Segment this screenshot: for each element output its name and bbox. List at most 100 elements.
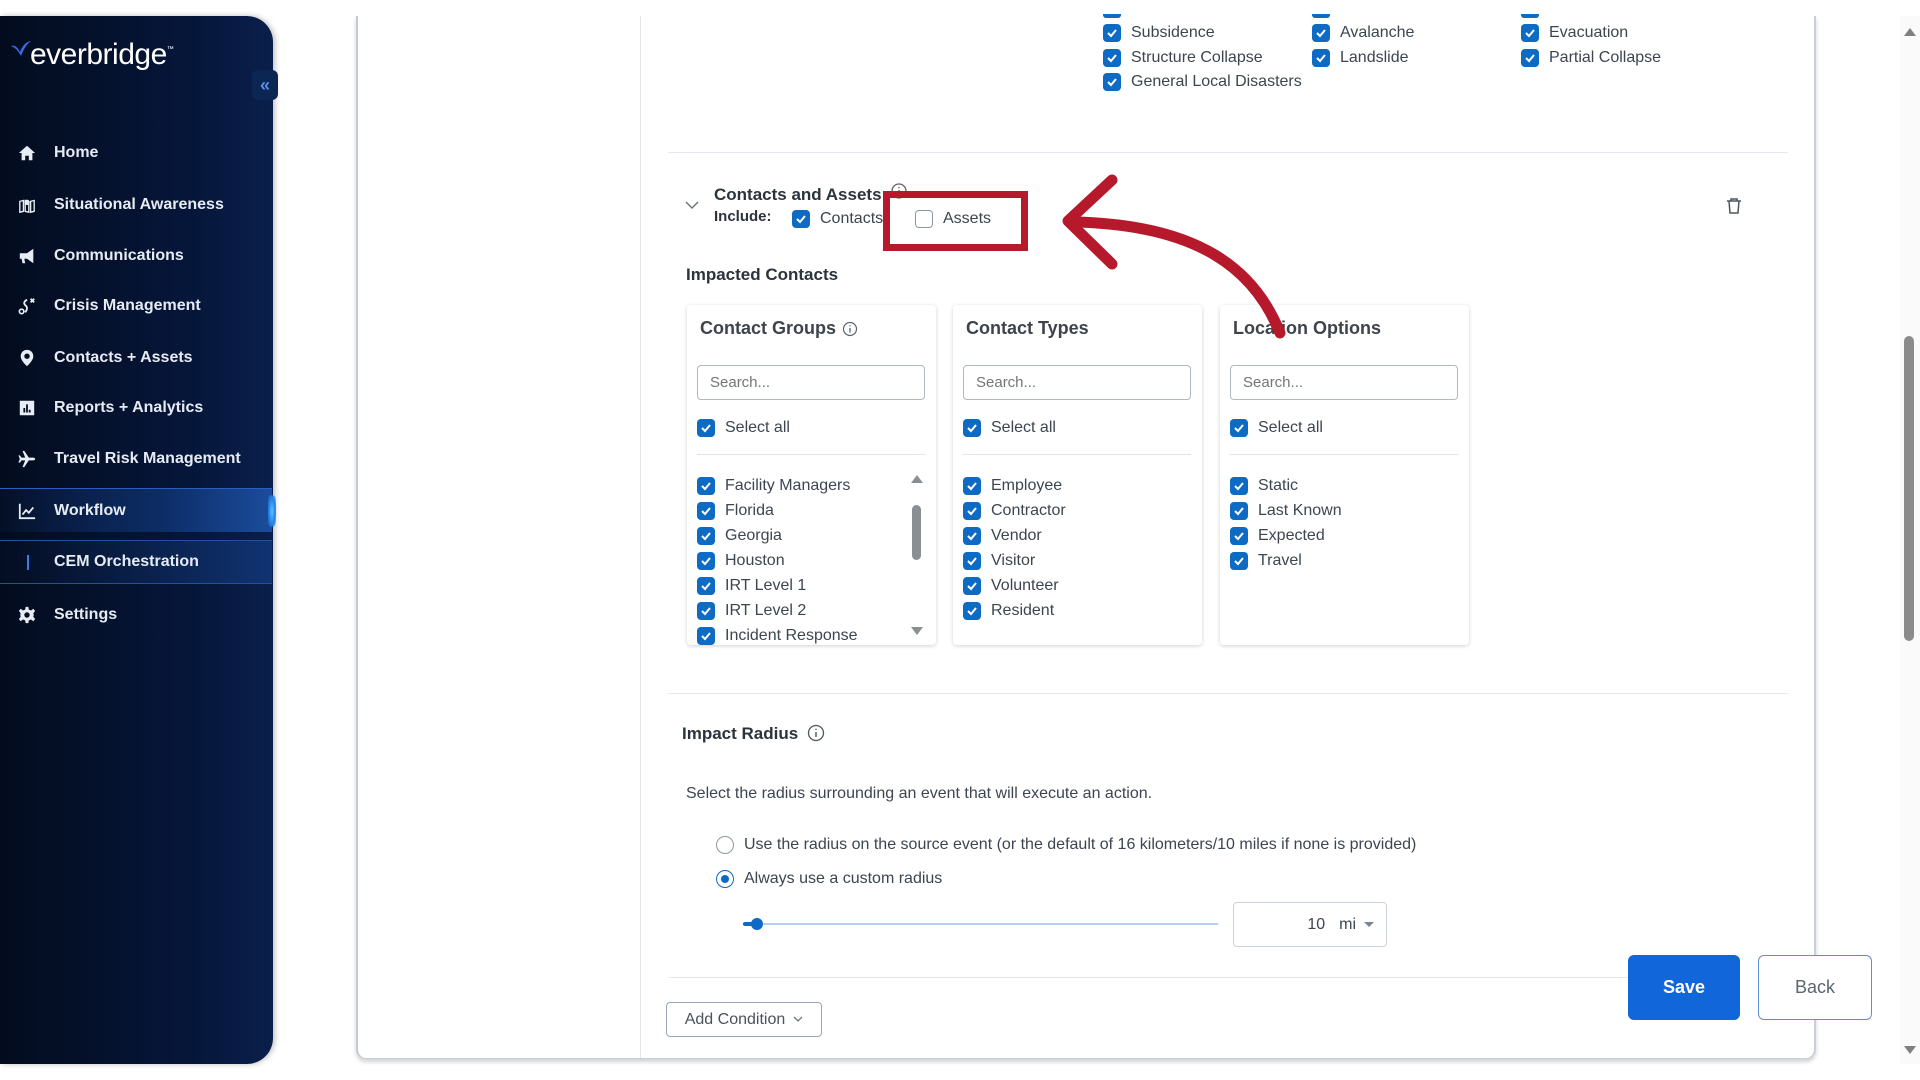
event-type-evacuation[interactable]: Evacuation (1521, 24, 1628, 42)
sidebar-item-communications[interactable]: Communications (0, 234, 272, 278)
location-options-search-input[interactable] (1230, 365, 1458, 400)
checkbox-checked[interactable] (963, 576, 981, 595)
sidebar-item-home[interactable]: Home (0, 131, 272, 175)
include-contacts-checkbox[interactable]: Contacts (792, 210, 883, 228)
page-scrollbar[interactable] (1900, 16, 1920, 1064)
checkbox-checked[interactable] (697, 419, 715, 437)
scroll-up-arrow-icon[interactable] (911, 475, 923, 483)
checkbox-checked[interactable] (1312, 49, 1330, 67)
radio-button[interactable] (716, 836, 734, 854)
info-icon[interactable] (842, 321, 858, 337)
event-type-general-local-disasters[interactable]: General Local Disasters (1103, 73, 1302, 91)
logo-text: everbridge (30, 38, 167, 71)
event-type-landslide[interactable]: Landslide (1312, 49, 1409, 67)
checkbox-checked[interactable] (1230, 526, 1248, 545)
list-item[interactable]: Incident Response (697, 623, 858, 648)
scrollbar-thumb[interactable] (1904, 336, 1914, 641)
checkbox-checked[interactable] (1230, 551, 1248, 570)
sidebar-item-travel-risk-management[interactable]: Travel Risk Management (0, 437, 272, 481)
list-item[interactable]: Volunteer (963, 573, 1066, 598)
checkbox-checked[interactable] (1521, 49, 1539, 67)
everbridge-logo[interactable]: everbridge ™ (10, 38, 174, 72)
sidebar-item-cem-orchestration[interactable]: CEM Orchestration (0, 540, 272, 584)
select-all-checkbox[interactable]: Select all (1230, 419, 1323, 437)
checkbox-checked[interactable] (1230, 501, 1248, 520)
sidebar-item-contacts-assets[interactable]: Contacts + Assets (0, 336, 272, 380)
checkbox-checked[interactable] (697, 601, 715, 620)
checkbox-checked[interactable] (1230, 476, 1248, 495)
checkbox-checked[interactable] (1230, 419, 1248, 437)
checkbox-checked[interactable] (697, 526, 715, 545)
event-type-avalanche[interactable]: Avalanche (1312, 24, 1414, 42)
scroll-down-arrow-icon[interactable] (911, 627, 923, 635)
sidebar-item-label: Contacts + Assets (54, 349, 193, 366)
checkbox-checked[interactable] (697, 551, 715, 570)
scroll-up-arrow-icon[interactable] (1904, 28, 1916, 36)
scroll-down-arrow-icon[interactable] (1904, 1046, 1916, 1054)
list-item[interactable]: Employee (963, 473, 1066, 498)
panel-divider (963, 454, 1191, 455)
chevron-down-icon[interactable] (685, 200, 699, 210)
checkbox-checked[interactable] (1103, 49, 1121, 67)
trash-icon[interactable] (1726, 197, 1742, 215)
list-item[interactable]: IRT Level 1 (697, 573, 858, 598)
list-item[interactable]: Florida (697, 498, 858, 523)
list-item[interactable]: Last Known (1230, 498, 1342, 523)
add-condition-label: Add Condition (684, 1010, 786, 1028)
checkbox-checked[interactable] (1521, 24, 1539, 42)
checkbox-checked[interactable] (963, 501, 981, 520)
checkbox-checked[interactable] (697, 626, 715, 645)
info-icon[interactable] (807, 724, 825, 742)
list-item[interactable]: Visitor (963, 548, 1066, 573)
checkbox-checked[interactable] (697, 501, 715, 520)
checkbox-checked[interactable] (1312, 24, 1330, 42)
list-scrollbar[interactable] (911, 475, 923, 635)
list-item[interactable]: Houston (697, 548, 858, 573)
checkbox-checked[interactable] (792, 210, 810, 228)
radio-source-radius[interactable]: Use the radius on the source event (or t… (716, 836, 1416, 854)
list-item[interactable]: Georgia (697, 523, 858, 548)
list-item[interactable]: IRT Level 2 (697, 598, 858, 623)
radius-slider[interactable] (743, 917, 1218, 931)
checkbox-checked[interactable] (1103, 24, 1121, 42)
back-button[interactable]: Back (1758, 955, 1872, 1020)
list-item[interactable]: Contractor (963, 498, 1066, 523)
slider-handle[interactable] (751, 918, 764, 930)
sidebar-item-workflow[interactable]: Workflow (0, 488, 276, 532)
event-type-structure-collapse[interactable]: Structure Collapse (1103, 49, 1263, 67)
radius-value: 10 (1307, 915, 1326, 933)
event-type-partial-collapse[interactable]: Partial Collapse (1521, 49, 1661, 67)
select-all-checkbox[interactable]: Select all (697, 419, 790, 437)
collapse-sidebar-button[interactable]: « (252, 70, 278, 100)
radio-button-selected[interactable] (716, 870, 734, 888)
checkbox-checked[interactable] (963, 551, 981, 570)
checkbox-checked[interactable] (963, 601, 981, 620)
select-all-checkbox[interactable]: Select all (963, 419, 1056, 437)
list-item[interactable]: Expected (1230, 523, 1342, 548)
sidebar-item-crisis-management[interactable]: Crisis Management (0, 284, 272, 328)
slider-track[interactable] (743, 923, 1218, 925)
contact-groups-search-input[interactable] (697, 365, 925, 400)
checkbox-checked[interactable] (963, 476, 981, 495)
contact-types-search-input[interactable] (963, 365, 1191, 400)
list-item[interactable]: Resident (963, 598, 1066, 623)
scrollbar-thumb[interactable] (912, 505, 921, 560)
event-type-subsidence[interactable]: Subsidence (1103, 24, 1215, 42)
list-item[interactable]: Vendor (963, 523, 1066, 548)
radius-value-select[interactable]: 10 mi (1233, 902, 1387, 947)
list-item[interactable]: Static (1230, 473, 1342, 498)
list-item[interactable]: Facility Managers (697, 473, 858, 498)
save-button[interactable]: Save (1628, 955, 1740, 1020)
sidebar-item-reports-analytics[interactable]: Reports + Analytics (0, 386, 272, 430)
checkbox-checked[interactable] (697, 576, 715, 595)
checkbox-checked[interactable] (1103, 73, 1121, 91)
panel-title-text: Contact Groups (700, 318, 837, 338)
checkbox-checked[interactable] (697, 476, 715, 495)
sidebar-item-situational-awareness[interactable]: Situational Awareness (0, 183, 272, 227)
checkbox-checked[interactable] (963, 526, 981, 545)
sidebar-item-settings[interactable]: Settings (0, 593, 272, 637)
checkbox-checked[interactable] (963, 419, 981, 437)
add-condition-button[interactable]: Add Condition (666, 1002, 822, 1037)
radio-custom-radius[interactable]: Always use a custom radius (716, 870, 942, 888)
list-item[interactable]: Travel (1230, 548, 1342, 573)
